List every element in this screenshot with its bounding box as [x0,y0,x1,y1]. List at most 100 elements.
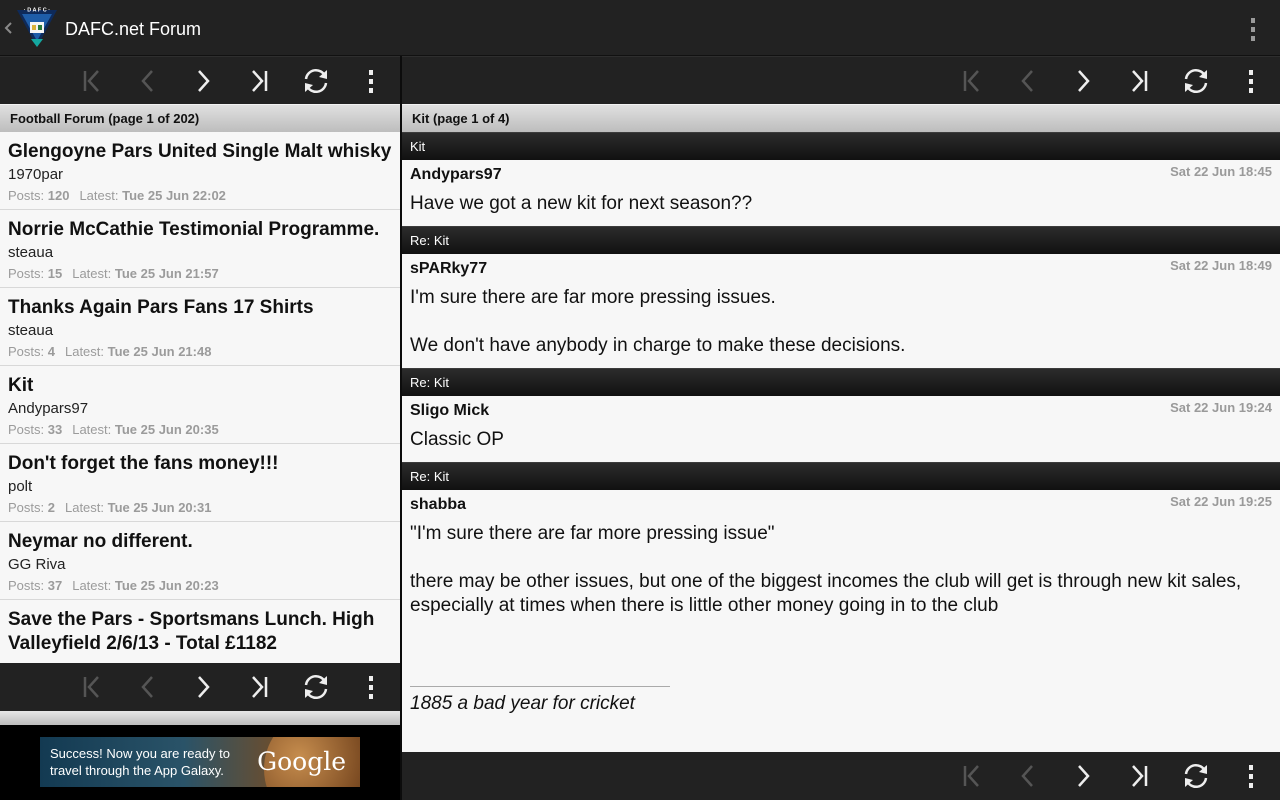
first-page-button[interactable] [72,667,112,707]
latest-label: Latest: [64,344,105,359]
ad-area: Success! Now you are ready to travel thr… [0,725,400,800]
previous-page-icon [1021,765,1033,787]
forum-overflow-button[interactable] [351,667,391,707]
last-page-button[interactable] [239,61,279,101]
latest-time: Tue 25 Jun 20:35 [114,422,219,437]
post-author[interactable]: shabba [410,494,1272,516]
post-list: Kit Andypars97 Sat 22 Jun 18:45 Have we … [402,132,1280,752]
topic-title: Thanks Again Pars Fans 17 Shirts [8,297,314,318]
refresh-button[interactable] [296,667,336,707]
last-page-icon [1132,70,1148,92]
posts-label: Posts: [8,344,45,359]
overflow-menu-icon[interactable] [1246,15,1260,43]
first-page-button[interactable] [952,61,992,101]
last-page-button[interactable] [1119,756,1159,796]
post: Re: Kit shabba Sat 22 Jun 19:25 "I'm sur… [402,462,1280,726]
list-item[interactable]: Neymar no different. GG Riva Posts: 37 La… [0,522,400,600]
topic-title: Kit [8,375,34,396]
next-page-icon [1078,70,1090,92]
post-author[interactable]: sPARky77 [410,258,1272,280]
refresh-button[interactable] [1176,61,1216,101]
forum-nav-toolbar-bottom [0,663,400,711]
thread-overflow-button[interactable] [1231,756,1271,796]
previous-page-icon [1021,70,1033,92]
topic-meta: Posts: 33 Latest: Tue 25 Jun 20:35 [8,420,392,439]
thread-nav-toolbar-bottom [402,752,1280,800]
latest-label: Latest: [64,500,105,515]
post: Re: Kit sPARky77 Sat 22 Jun 18:49 I'm su… [402,226,1280,368]
post-text: I'm sure there are far more pressing iss… [410,287,776,308]
ad-banner[interactable]: Success! Now you are ready to travel thr… [40,737,360,787]
post-body: Sligo Mick Sat 22 Jun 19:24 Classic OP [402,396,1280,462]
post-subject: Re: Kit [402,368,1280,396]
posts-label: Posts: [8,188,45,203]
list-item[interactable]: Norrie McCathie Testimonial Programme. s… [0,210,400,288]
latest-label: Latest: [72,266,112,281]
topic-meta: Posts: 4 Latest: Tue 25 Jun 21:48 [8,342,392,361]
next-page-button[interactable] [183,61,223,101]
post-author[interactable]: Andypars97 [410,164,1272,186]
previous-page-button[interactable] [1008,756,1048,796]
latest-time: Tue 25 Jun 22:02 [122,188,226,203]
first-page-button[interactable] [72,61,112,101]
post-text: there may be other issues, but one of th… [410,571,1242,616]
list-item[interactable]: Thanks Again Pars Fans 17 Shirts steaua … [0,288,400,366]
previous-page-button[interactable] [1008,61,1048,101]
topic-meta: Posts: 120 Latest: Tue 25 Jun 22:02 [8,186,392,205]
refresh-icon [1184,69,1208,93]
previous-page-button[interactable] [128,61,168,101]
next-page-icon [198,676,210,698]
list-item[interactable]: Kit Andypars97 Posts: 33 Latest: Tue 25 J… [0,366,400,444]
forum-overflow-button[interactable] [351,61,391,101]
first-page-button[interactable] [952,756,992,796]
dafc-logo[interactable]: · D A F C · [13,6,61,48]
list-item[interactable]: Save the Pars - Sportsmans Lunch. High V… [0,600,400,663]
post-text: Classic OP [410,429,504,450]
next-page-button[interactable] [183,667,223,707]
post-subject: Re: Kit [402,462,1280,490]
list-item[interactable]: Glengoyne Pars United Single Malt whisky… [0,132,400,210]
post-count: 37 [47,578,63,593]
post-count: 2 [47,500,55,515]
refresh-icon [304,69,328,93]
topic-title: Neymar no different. [8,531,193,552]
refresh-button[interactable] [1176,756,1216,796]
thread-overflow-button[interactable] [1231,61,1271,101]
topic-title: Don't forget the fans money!!! [8,453,279,474]
next-page-icon [1078,765,1090,787]
topic-meta: Posts: 2 Latest: Tue 25 Jun 20:31 [8,498,392,517]
post: Kit Andypars97 Sat 22 Jun 18:45 Have we … [402,132,1280,226]
post-count: 4 [47,344,55,359]
signature-divider [410,686,670,687]
ad-divider [0,711,400,725]
topic-title: Norrie McCathie Testimonial Programme. [8,219,380,240]
ad-brand: Google [257,747,346,776]
post-author[interactable]: Sligo Mick [410,400,1272,422]
posts-label: Posts: [8,266,45,281]
topic-list: Glengoyne Pars United Single Malt whisky… [0,132,400,663]
last-page-icon [252,70,268,92]
last-page-button[interactable] [1119,61,1159,101]
thread-nav-toolbar-top [402,56,1280,104]
first-page-icon [963,70,979,92]
last-page-icon [1132,765,1148,787]
refresh-button[interactable] [296,61,336,101]
last-page-button[interactable] [239,667,279,707]
forum-nav-toolbar-top [0,56,400,104]
list-item[interactable]: Don't forget the fans money!!! polt Post… [0,444,400,522]
forum-page-header: Football Forum (page 1 of 202) [0,104,400,132]
latest-label: Latest: [72,422,112,437]
post-body: sPARky77 Sat 22 Jun 18:49 I'm sure there… [402,254,1280,368]
post-text: Have we got a new kit for next season?? [410,193,753,214]
overflow-menu-icon [369,676,373,699]
up-caret-icon[interactable] [3,18,13,38]
action-bar: · D A F C · DAFC.net Forum [0,0,1280,56]
previous-page-button[interactable] [128,667,168,707]
post-body: Andypars97 Sat 22 Jun 18:45 Have we got … [402,160,1280,226]
next-page-button[interactable] [1063,61,1103,101]
post-date: Sat 22 Jun 18:49 [1170,258,1272,273]
latest-time: Tue 25 Jun 21:57 [114,266,219,281]
next-page-button[interactable] [1063,756,1103,796]
topic-author: 1970par [8,166,64,183]
post-subject: Re: Kit [402,226,1280,254]
